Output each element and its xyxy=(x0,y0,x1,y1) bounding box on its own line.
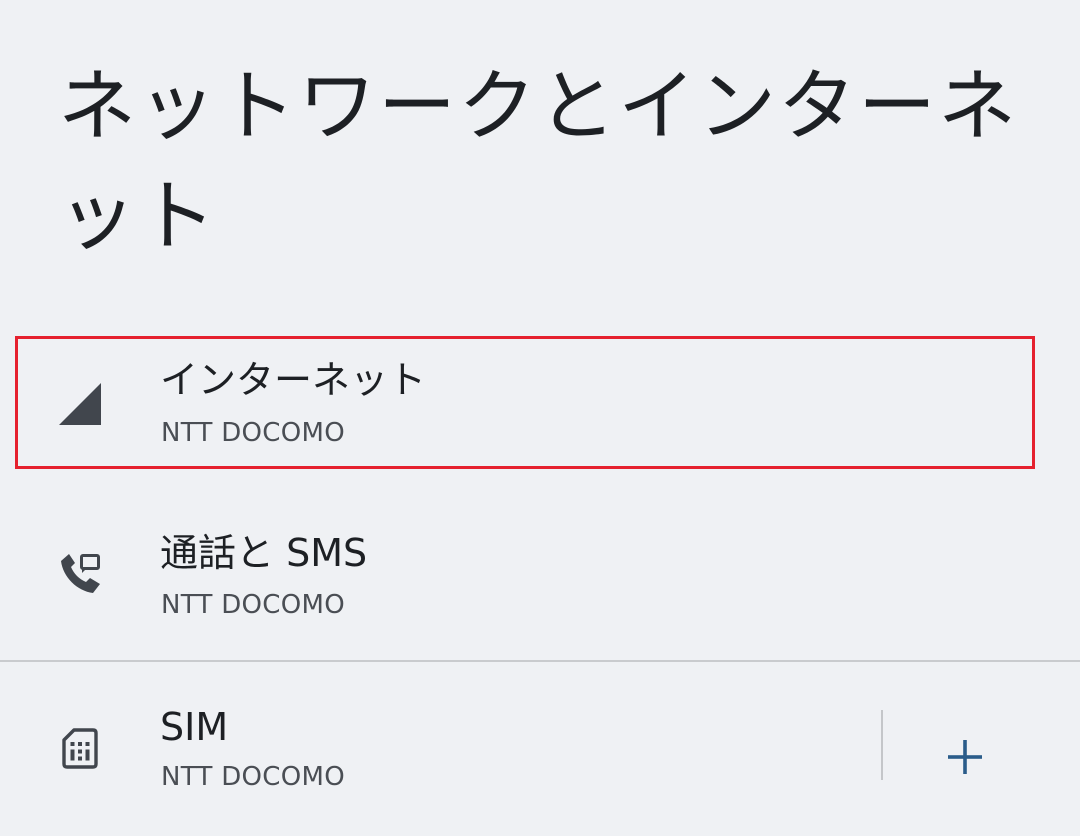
add-sim-button[interactable] xyxy=(905,704,1025,788)
calls-sms-item[interactable]: 通話と SMS NTT DOCOMO xyxy=(0,498,1080,658)
sim-item[interactable]: SIM NTT DOCOMO xyxy=(0,668,1080,836)
calls-sms-summary: NTT DOCOMO xyxy=(161,590,346,620)
internet-summary: NTT DOCOMO xyxy=(161,418,346,448)
divider xyxy=(0,660,1080,662)
page-title: ネットワークとインターネット xyxy=(58,62,1019,262)
sim-title: SIM xyxy=(160,705,229,749)
calls-sms-title: 通話と SMS xyxy=(160,531,368,575)
add-icon xyxy=(948,739,982,774)
phone-message-icon xyxy=(56,550,104,598)
sim-card-icon xyxy=(56,724,104,772)
cellular-signal-icon xyxy=(56,380,104,428)
internet-title: インターネット xyxy=(160,358,427,402)
internet-item[interactable]: インターネット NTT DOCOMO xyxy=(0,326,1080,486)
vertical-divider xyxy=(881,710,883,780)
sim-summary: NTT DOCOMO xyxy=(161,762,346,792)
